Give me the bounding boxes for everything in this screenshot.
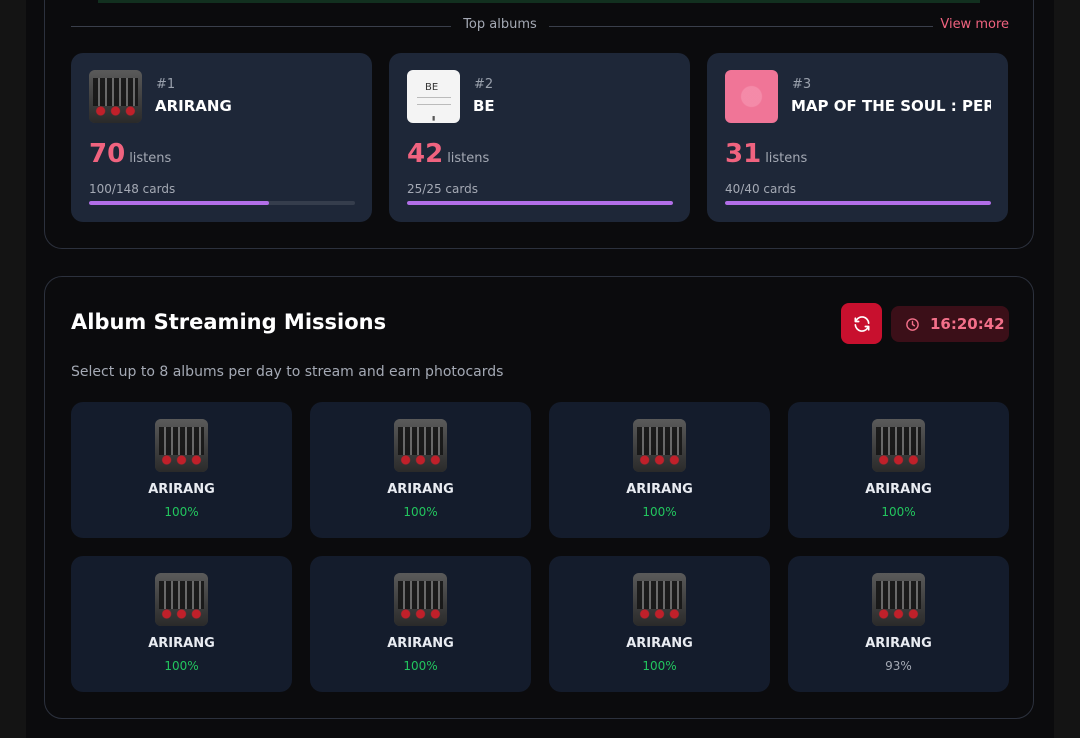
mission-album-name: ARIRANG	[148, 482, 215, 497]
album-cover-arirang	[872, 419, 925, 472]
mission-card[interactable]: ARIRANG 100%	[310, 402, 531, 538]
listen-count: 70 listens	[89, 139, 171, 169]
mission-progress-percent: 100%	[164, 659, 199, 673]
divider-right	[549, 26, 933, 27]
mission-card[interactable]: ARIRANG 100%	[71, 556, 292, 692]
listen-count-value: 70	[89, 139, 126, 169]
mission-progress-percent: 100%	[642, 505, 677, 519]
card-progress-fill	[725, 201, 991, 205]
mission-progress-percent: 93%	[885, 659, 912, 673]
album-cover-be: BE ▮	[407, 70, 460, 123]
album-cover-arirang	[633, 419, 686, 472]
view-more-link[interactable]: View more	[940, 17, 1009, 32]
album-name: MAP OF THE SOUL : PERS...	[791, 97, 991, 115]
mission-album-name: ARIRANG	[626, 636, 693, 651]
previous-section-strip	[98, 0, 980, 3]
mission-album-name: ARIRANG	[865, 636, 932, 651]
listen-count: 42 listens	[407, 139, 489, 169]
top-album-card-1[interactable]: #1 ARIRANG 70 listens 100/148 cards	[71, 53, 372, 222]
mission-progress-percent: 100%	[642, 659, 677, 673]
mission-album-name: ARIRANG	[865, 482, 932, 497]
timer-value: 16:20:42	[930, 315, 1005, 333]
mission-card[interactable]: ARIRANG 100%	[549, 556, 770, 692]
missions-title: Album Streaming Missions	[71, 310, 387, 334]
listen-count-value: 31	[725, 139, 762, 169]
missions-subtitle: Select up to 8 albums per day to stream …	[71, 364, 504, 380]
card-progress-bar	[89, 201, 355, 205]
mission-progress-percent: 100%	[403, 659, 438, 673]
mission-progress-percent: 100%	[403, 505, 438, 519]
mission-album-name: ARIRANG	[626, 482, 693, 497]
album-rank: #1	[156, 77, 176, 92]
mission-album-name: ARIRANG	[148, 636, 215, 651]
album-cover-map-of-the-soul	[725, 70, 778, 123]
album-cover-arirang	[155, 419, 208, 472]
card-progress-bar	[725, 201, 991, 205]
card-progress-text: 25/25 cards	[407, 182, 478, 196]
countdown-timer: 16:20:42	[891, 306, 1009, 342]
card-progress-fill	[407, 201, 673, 205]
divider-left	[71, 26, 451, 27]
listen-count-unit: listens	[765, 151, 808, 166]
album-name: ARIRANG	[155, 97, 232, 115]
mission-progress-percent: 100%	[881, 505, 916, 519]
listen-count-unit: listens	[129, 151, 172, 166]
mission-card[interactable]: ARIRANG 100%	[788, 402, 1009, 538]
listen-count-value: 42	[407, 139, 444, 169]
album-cover-arirang	[155, 573, 208, 626]
mission-album-name: ARIRANG	[387, 482, 454, 497]
be-cover-text: BE	[425, 82, 439, 93]
card-progress-text: 100/148 cards	[89, 182, 176, 196]
album-cover-arirang	[89, 70, 142, 123]
album-cover-arirang	[633, 573, 686, 626]
album-rank: #3	[792, 77, 812, 92]
album-cover-arirang	[394, 573, 447, 626]
mission-card[interactable]: ARIRANG 93%	[788, 556, 1009, 692]
top-albums-header: Top albums View more	[71, 16, 1009, 36]
listen-count-unit: listens	[447, 151, 490, 166]
clock-icon	[906, 318, 919, 331]
card-progress-fill	[89, 201, 269, 205]
listen-count: 31 listens	[725, 139, 807, 169]
mission-album-name: ARIRANG	[387, 636, 454, 651]
refresh-icon	[854, 315, 869, 332]
mission-card[interactable]: ARIRANG 100%	[71, 402, 292, 538]
top-album-card-2[interactable]: BE ▮ #2 BE 42 listens 25/25 cards	[389, 53, 690, 222]
album-rank: #2	[474, 77, 494, 92]
card-progress-text: 40/40 cards	[725, 182, 796, 196]
album-cover-arirang	[872, 573, 925, 626]
mission-progress-percent: 100%	[164, 505, 199, 519]
refresh-button[interactable]	[841, 303, 882, 344]
mission-card[interactable]: ARIRANG 100%	[549, 402, 770, 538]
mission-card[interactable]: ARIRANG 100%	[310, 556, 531, 692]
album-cover-arirang	[394, 419, 447, 472]
top-albums-title: Top albums	[463, 17, 537, 32]
card-progress-bar	[407, 201, 673, 205]
album-name: BE	[473, 97, 495, 115]
top-album-card-3[interactable]: #3 MAP OF THE SOUL : PERS... 31listens 4…	[707, 53, 1008, 222]
